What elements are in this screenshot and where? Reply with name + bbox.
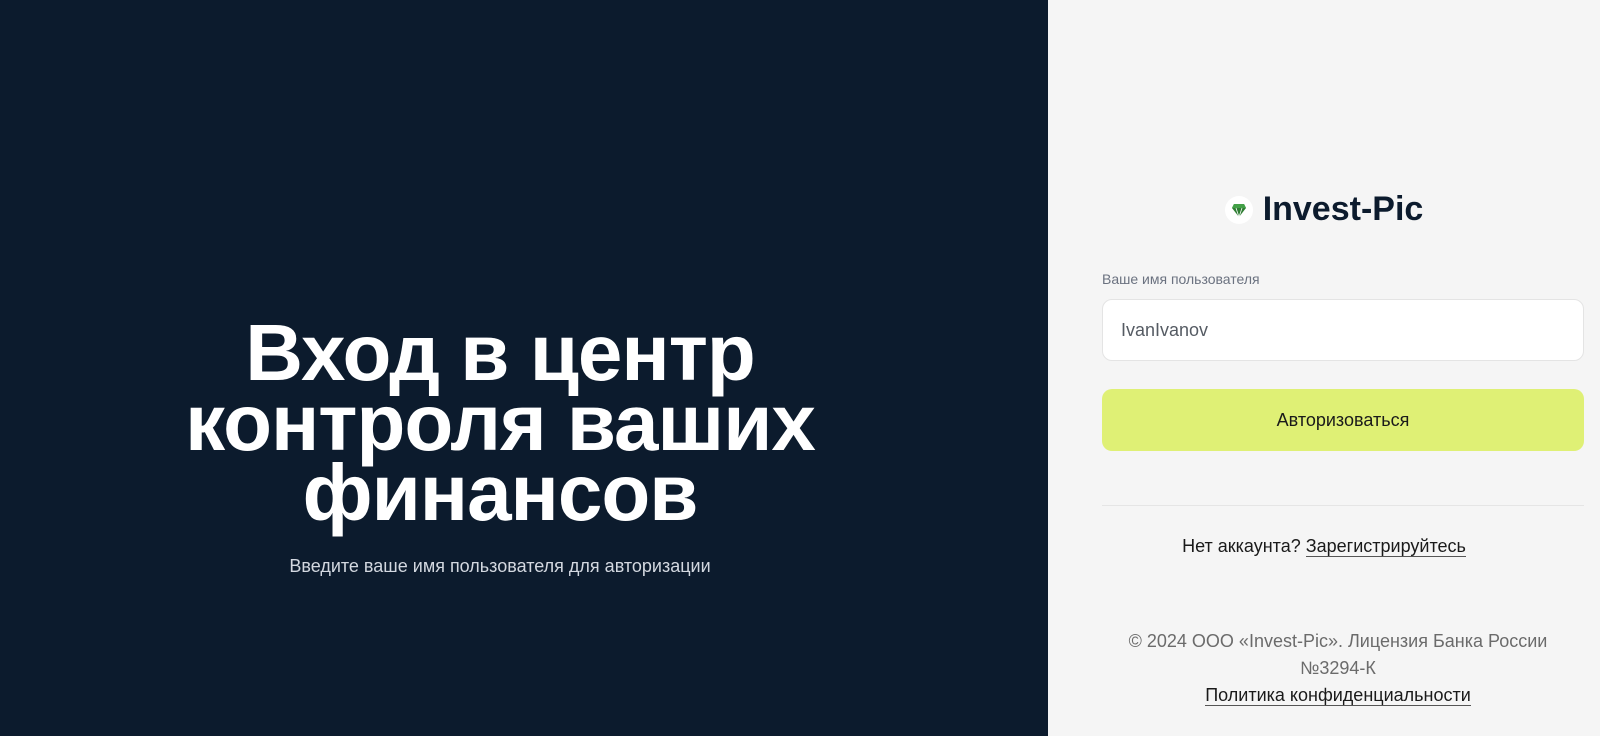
- copyright-line-2: №3294-К: [1300, 658, 1376, 678]
- authorize-button[interactable]: Авторизоваться: [1102, 389, 1584, 451]
- auth-panel: Invest-Pic Ваше имя пользователя Авториз…: [1048, 0, 1600, 736]
- copyright-line-1: © 2024 ООО «Invest-Pic». Лицензия Банка …: [1128, 631, 1548, 651]
- hero-panel: Вход в центр контроля ваших финансов Вве…: [0, 0, 1048, 736]
- diamond-icon: [1224, 195, 1253, 224]
- footer: © 2024 ООО «Invest-Pic». Лицензия Банка …: [1088, 628, 1588, 709]
- username-input[interactable]: [1102, 299, 1584, 361]
- privacy-policy-link[interactable]: Политика конфиденциальности: [1205, 685, 1471, 706]
- brand-name: Invest-Pic: [1262, 190, 1424, 228]
- hero-subtitle: Введите ваше имя пользователя для автори…: [289, 556, 711, 576]
- brand-logo: Invest-Pic: [1048, 190, 1600, 229]
- divider: [1102, 505, 1584, 506]
- hero-title-line-3: финансов: [302, 448, 699, 537]
- register-link[interactable]: Зарегистрируйтесь: [1305, 536, 1466, 557]
- register-prompt: Нет аккаунта?: [1182, 536, 1301, 556]
- register-row: Нет аккаунта? Зарегистрируйтесь: [1048, 536, 1600, 557]
- login-page: Вход в центр контроля ваших финансов Вве…: [0, 0, 1600, 736]
- hero-title: Вход в центр контроля ваших финансов: [0, 313, 1000, 537]
- username-label: Ваше имя пользователя: [1102, 271, 1260, 287]
